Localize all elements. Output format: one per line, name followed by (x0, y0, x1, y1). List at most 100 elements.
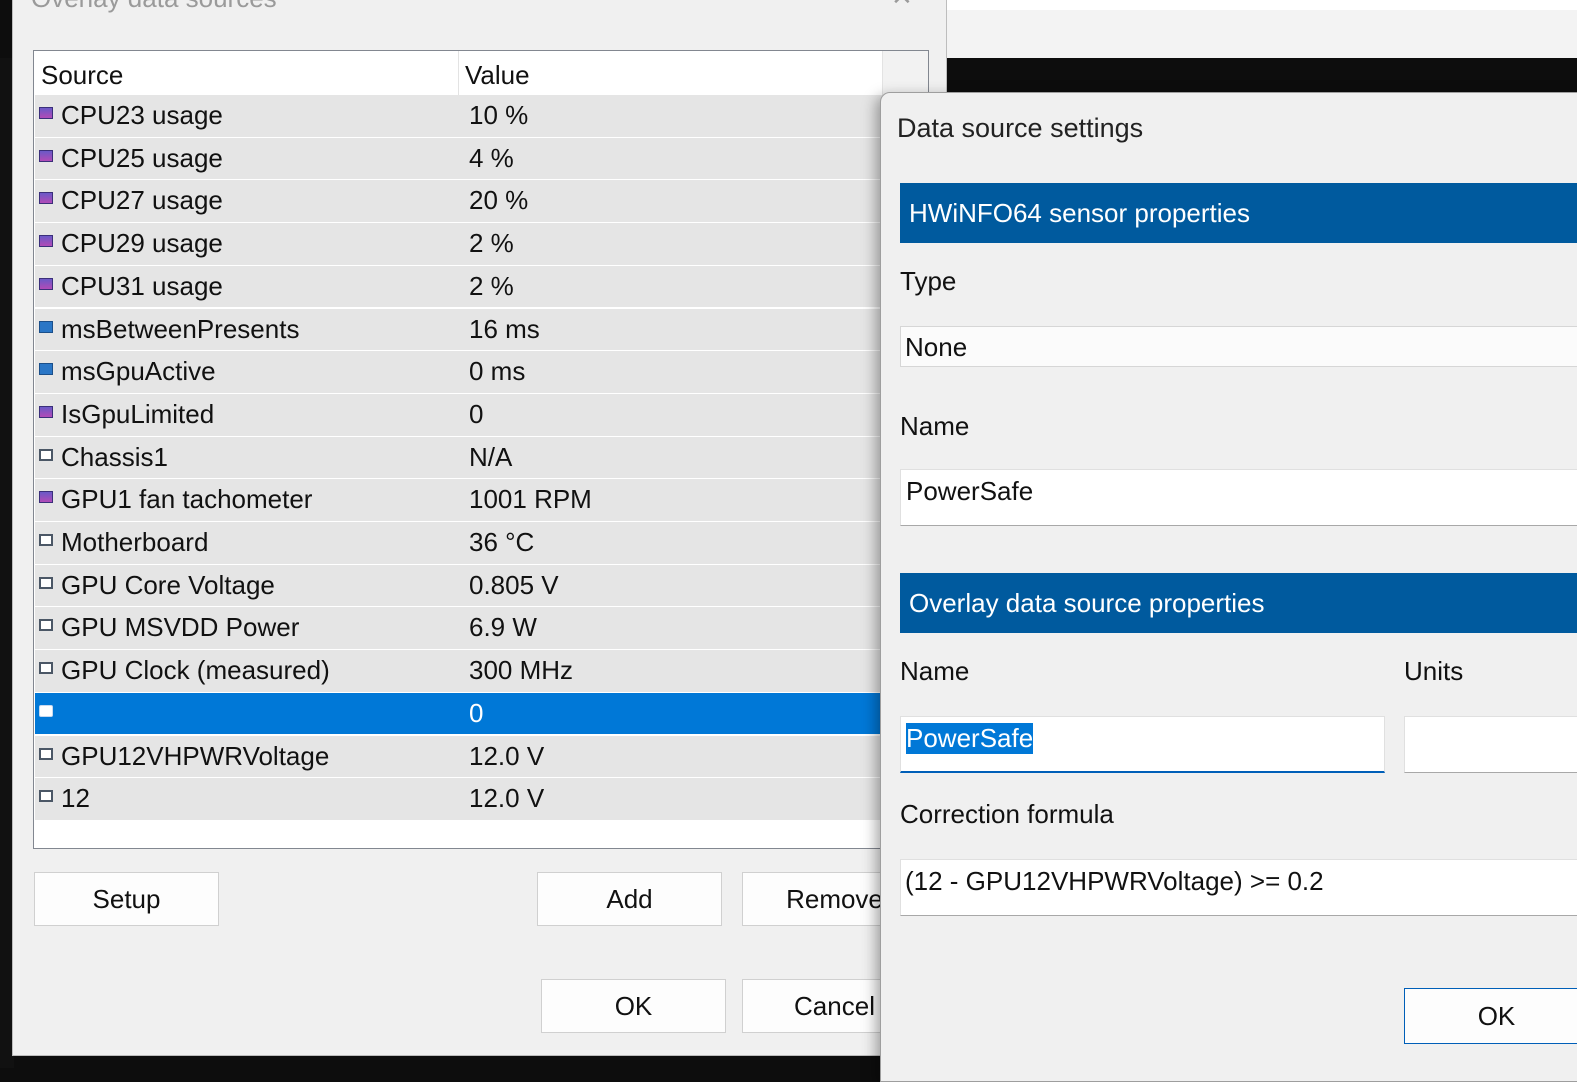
table-row[interactable]: CPU29 usage 2 % (35, 223, 928, 266)
row-value: 0 (469, 697, 484, 728)
cpu-sensor-icon (39, 405, 53, 418)
hwinfo-icon (39, 704, 53, 717)
close-icon[interactable]: ✕ (891, 0, 913, 12)
row-source: GPU1 fan tachometer (61, 484, 313, 515)
correction-formula-value: (12 - GPU12VHPWRVoltage) >= 0.2 (905, 866, 1324, 896)
row-source: CPU29 usage (61, 228, 223, 259)
row-source: msBetweenPresents (61, 313, 300, 344)
row-source: GPU12VHPWRVoltage (61, 740, 330, 771)
data-source-settings-dialog: Data source settings HWiNFO64 sensor pro… (880, 92, 1577, 1082)
table-row[interactable]: 0 (35, 692, 928, 736)
type-selected-value: None (905, 332, 968, 362)
dialog-title: Overlay data sources (31, 0, 277, 14)
row-source: GPU MSVDD Power (61, 612, 300, 643)
row-source: msGpuActive (61, 356, 216, 387)
row-value: 0 (469, 398, 484, 429)
background-window-bar (940, 10, 1577, 58)
row-source: CPU23 usage (61, 100, 223, 130)
row-source: CPU31 usage (61, 270, 223, 301)
list-header: Source Value (34, 51, 928, 95)
row-value: 12.0 V (469, 783, 545, 814)
correction-formula-field[interactable]: (12 - GPU12VHPWRVoltage) >= 0.2 (900, 859, 1577, 916)
row-value: 0.805 V (469, 569, 559, 600)
type-select[interactable]: None ⌄ (900, 326, 1577, 367)
column-divider[interactable] (458, 51, 459, 95)
name-label: Name (900, 411, 970, 441)
overlay-name-value: PowerSafe (906, 723, 1034, 754)
table-row[interactable]: GPU Clock (measured) 300 MHz (35, 650, 928, 693)
formula-label: Correction formula (900, 799, 1114, 829)
row-source: CPU25 usage (61, 142, 223, 173)
column-header-source[interactable]: Source (41, 60, 123, 91)
table-row[interactable]: msBetweenPresents 16 ms (35, 308, 928, 352)
row-value: 36 °C (469, 527, 535, 557)
column-header-value[interactable]: Value (465, 60, 530, 91)
overlay-section-header: Overlay data source properties (900, 573, 1577, 633)
sensor-name-field[interactable]: PowerSafe (900, 469, 1577, 526)
cpu-sensor-icon (39, 149, 53, 162)
row-value: N/A (469, 441, 513, 472)
add-button[interactable]: Add (537, 872, 722, 926)
cpu-sensor-icon (39, 192, 53, 205)
hwinfo-icon (39, 790, 53, 803)
settings-title: Data source settings (897, 113, 1144, 143)
monitor-icon (39, 320, 53, 333)
overlay-data-sources-dialog: Overlay data sources ✕ Source Value CPU2… (12, 0, 947, 1056)
cpu-sensor-icon (39, 491, 53, 504)
row-value: 16 ms (469, 313, 540, 344)
table-row[interactable]: CPU27 usage 20 % (35, 180, 928, 224)
hwinfo-icon (39, 747, 53, 760)
row-value: 4 % (469, 142, 514, 173)
row-value: 300 MHz (469, 655, 574, 686)
hwinfo-icon (39, 576, 53, 589)
row-value: 20 % (469, 185, 529, 216)
cpu-sensor-icon (39, 277, 53, 290)
type-label: Type (900, 266, 957, 296)
hwinfo-section-header: HWiNFO64 sensor properties (900, 183, 1577, 243)
settings-ok-button[interactable]: OK (1404, 988, 1577, 1044)
setup-button[interactable]: Setup (34, 872, 219, 926)
hwinfo-icon (39, 619, 53, 632)
scrollbar-header (882, 51, 928, 95)
row-value: 2 % (469, 228, 514, 259)
table-row[interactable]: GPU1 fan tachometer 1001 RPM (35, 479, 928, 522)
row-source: GPU Clock (measured) (61, 655, 330, 686)
table-row[interactable]: GPU12VHPWRVoltage 12.0 V (35, 735, 928, 779)
row-source: IsGpuLimited (61, 398, 215, 429)
row-source: Motherboard (61, 527, 209, 557)
row-value: 1001 RPM (469, 484, 592, 515)
row-value: 10 % (469, 100, 529, 130)
row-value: 0 ms (469, 356, 526, 387)
table-row[interactable]: Motherboard 36 °C (35, 522, 928, 565)
row-value: 2 % (469, 270, 514, 301)
background-window-edge (940, 0, 1577, 10)
table-row[interactable]: CPU23 usage 10 % (35, 95, 928, 138)
table-row[interactable]: msGpuActive 0 ms (35, 351, 928, 394)
row-source: CPU27 usage (61, 185, 223, 216)
table-row[interactable]: Chassis1 N/A (35, 436, 928, 480)
hwinfo-icon (39, 534, 53, 546)
overlay-name-field[interactable]: PowerSafe (900, 716, 1385, 773)
monitor-icon (39, 363, 53, 376)
table-row[interactable]: GPU Core Voltage 0.805 V (35, 564, 928, 608)
table-row[interactable]: GPU MSVDD Power 6.9 W (35, 607, 928, 651)
sources-list[interactable]: Source Value CPU23 usage 10 % CPU25 usage 4… (33, 50, 929, 849)
cpu-sensor-icon (39, 107, 53, 119)
hwinfo-icon (39, 448, 53, 461)
row-source: 12 (61, 783, 90, 814)
table-row[interactable]: CPU31 usage 2 % (35, 265, 928, 309)
units-label: Units (1404, 656, 1464, 686)
hwinfo-icon (39, 662, 53, 675)
row-value: 6.9 W (469, 612, 537, 643)
ok-button[interactable]: OK (541, 979, 726, 1033)
table-row[interactable]: IsGpuLimited 0 (35, 393, 928, 437)
cpu-sensor-icon (39, 235, 53, 248)
row-source: GPU Core Voltage (61, 569, 275, 600)
table-row[interactable]: 12 12.0 V (35, 778, 928, 821)
row-value: 12.0 V (469, 740, 545, 771)
overlay-name-label: Name (900, 656, 970, 686)
sensor-name-value: PowerSafe (906, 476, 1034, 506)
table-row[interactable]: CPU25 usage 4 % (35, 137, 928, 181)
units-field[interactable] (1404, 716, 1577, 773)
row-source: Chassis1 (61, 441, 168, 472)
